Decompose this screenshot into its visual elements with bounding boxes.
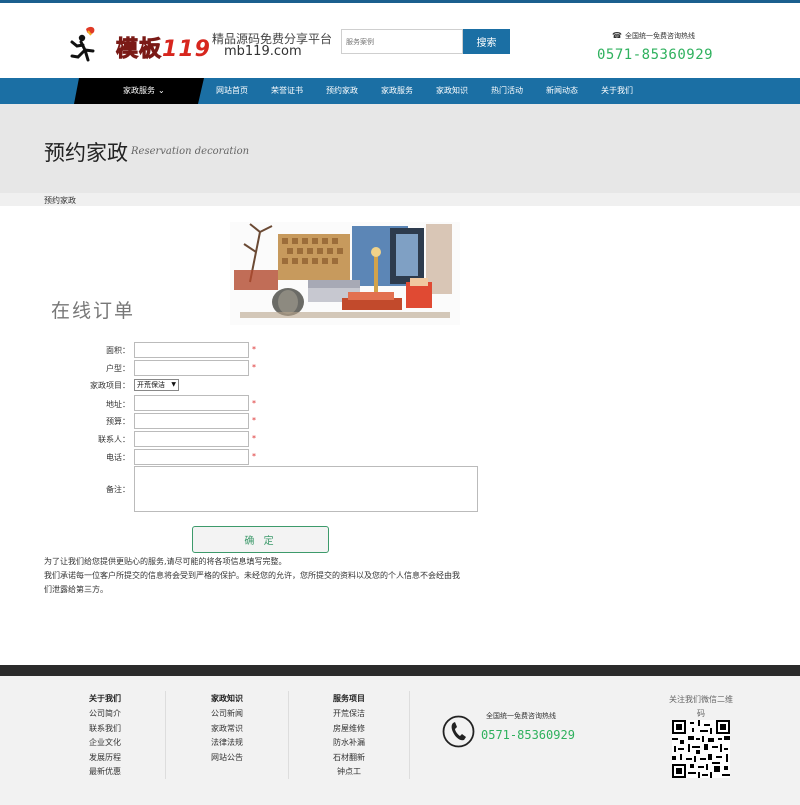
footer-link[interactable]: 最新优惠 <box>76 765 134 780</box>
privacy-note-2: 我们承诺每一位客户所提交的信息将会受到严格的保护。未经您的允许，您所提交的资料以… <box>44 571 460 580</box>
footer-link[interactable]: 发展历程 <box>76 751 134 766</box>
required-mark: * <box>252 363 256 372</box>
privacy-note-3: 们泄露给第三方。 <box>44 585 108 594</box>
phone-label: 电话： <box>106 453 130 462</box>
footer-link[interactable]: 房屋维修 <box>320 722 378 737</box>
required-mark: * <box>252 434 256 443</box>
site-header: 模板119 精品源码免费分享平台 mb119.com 搜索 ☎全国统一免费咨询热… <box>0 3 800 78</box>
nav-item-events[interactable]: 热门活动 <box>491 78 523 104</box>
nav-item-news[interactable]: 新闻动态 <box>546 78 578 104</box>
required-mark: * <box>252 416 256 425</box>
area-label: 面积： <box>106 346 130 355</box>
logo-runner-icon <box>70 26 95 62</box>
search-input[interactable] <box>341 29 463 54</box>
budget-input[interactable] <box>134 413 249 429</box>
page-banner: 预约家政 Reservation decoration <box>0 104 800 193</box>
nav-category-dropdown[interactable]: 家政服务 ⌄ <box>74 78 204 104</box>
main-nav: 家政服务 ⌄ 网站首页 荣誉证书 预约家政 家政服务 家政知识 热门活动 新闻动态… <box>0 78 800 104</box>
logo-brand[interactable]: 模板119 <box>115 31 211 63</box>
nav-item-honors[interactable]: 荣誉证书 <box>271 78 303 104</box>
footer-link[interactable]: 企业文化 <box>76 736 134 751</box>
page-subtitle: Reservation decoration <box>131 146 250 157</box>
breadcrumb[interactable]: 预约家政 <box>44 195 76 206</box>
required-mark: * <box>252 345 256 354</box>
footer-hotline-label: 全国统一免费咨询热线 <box>486 712 556 720</box>
area-input[interactable] <box>134 342 249 358</box>
dropdown-arrow-icon: ▼ <box>171 381 176 388</box>
footer-col-title: 家政知识 <box>211 694 243 703</box>
header-hotline-number: 0571-85360929 <box>597 47 714 63</box>
footer-link[interactable]: 公司简介 <box>76 707 134 722</box>
footer-col-knowledge: 家政知识 公司新闻 家政常识 法律法规 网站公告 <box>198 693 256 765</box>
site-footer: 关于我们 公司简介 联系我们 企业文化 发展历程 最新优惠 家政知识 公司新闻 … <box>0 676 800 805</box>
wechat-qr-code <box>672 720 730 778</box>
footer-link[interactable]: 防水补漏 <box>320 736 378 751</box>
footer-link[interactable]: 法律法规 <box>198 736 256 751</box>
footer-col-services: 服务项目 开荒保洁 房屋维修 防水补漏 石材翻新 钟点工 <box>320 693 378 780</box>
footer-link[interactable]: 网站公告 <box>198 751 256 766</box>
footer-link[interactable]: 家政常识 <box>198 722 256 737</box>
footer-link[interactable]: 公司新闻 <box>198 707 256 722</box>
contact-input[interactable] <box>134 431 249 447</box>
contact-label: 联系人： <box>98 435 130 444</box>
budget-label: 预算： <box>106 417 130 426</box>
nav-item-booking[interactable]: 预约家政 <box>326 78 358 104</box>
privacy-note-1: 为了让我们给您提供更贴心的服务,请尽可能的将各项信息填写完整。 <box>44 557 287 566</box>
phone-input[interactable] <box>134 449 249 465</box>
footer-link[interactable]: 开荒保洁 <box>320 707 378 722</box>
footer-link[interactable]: 钟点工 <box>320 765 378 780</box>
page-title: 预约家政 <box>44 141 128 165</box>
footer-top-bar <box>0 665 800 676</box>
footer-col-about: 关于我们 公司简介 联系我们 企业文化 发展历程 最新优惠 <box>76 693 134 780</box>
remark-label: 备注： <box>106 485 130 494</box>
breadcrumb-bar <box>0 193 800 206</box>
nav-item-home[interactable]: 网站首页 <box>216 78 248 104</box>
living-room-image <box>230 222 460 325</box>
footer-divider <box>165 691 166 779</box>
footer-hotline-number: 0571-85360929 <box>481 728 575 742</box>
address-input[interactable] <box>134 395 249 411</box>
header-hotline-label: ☎ 全国统一免费咨询热线 <box>612 31 695 40</box>
nav-item-about[interactable]: 关于我们 <box>601 78 633 104</box>
service-label: 家政项目： <box>90 381 130 390</box>
footer-link[interactable]: 联系我们 <box>76 722 134 737</box>
layout-label: 户型： <box>106 364 130 373</box>
remark-textarea[interactable] <box>134 466 478 512</box>
nav-item-knowledge[interactable]: 家政知识 <box>436 78 468 104</box>
search-button[interactable]: 搜索 <box>463 29 510 54</box>
order-title: 在线订单 <box>51 300 136 322</box>
telephone-icon: ☎ <box>612 31 622 40</box>
phone-circle-icon <box>442 715 475 748</box>
footer-divider <box>288 691 289 779</box>
footer-divider <box>409 691 410 779</box>
footer-col-title: 服务项目 <box>333 694 365 703</box>
layout-input[interactable] <box>134 360 249 376</box>
required-mark: * <box>252 399 256 408</box>
nav-item-services[interactable]: 家政服务 <box>381 78 413 104</box>
submit-button[interactable]: 确 定 <box>192 526 329 553</box>
required-mark: * <box>252 452 256 461</box>
address-label: 地址： <box>106 400 130 409</box>
footer-col-title: 关于我们 <box>89 694 121 703</box>
chevron-down-icon: ⌄ <box>158 86 165 95</box>
logo-domain: mb119.com <box>224 44 302 59</box>
service-select[interactable]: 开荒保洁 ▼ <box>134 379 179 391</box>
wechat-label: 关注我们微信二维码 <box>669 695 733 718</box>
footer-link[interactable]: 石材翻新 <box>320 751 378 766</box>
